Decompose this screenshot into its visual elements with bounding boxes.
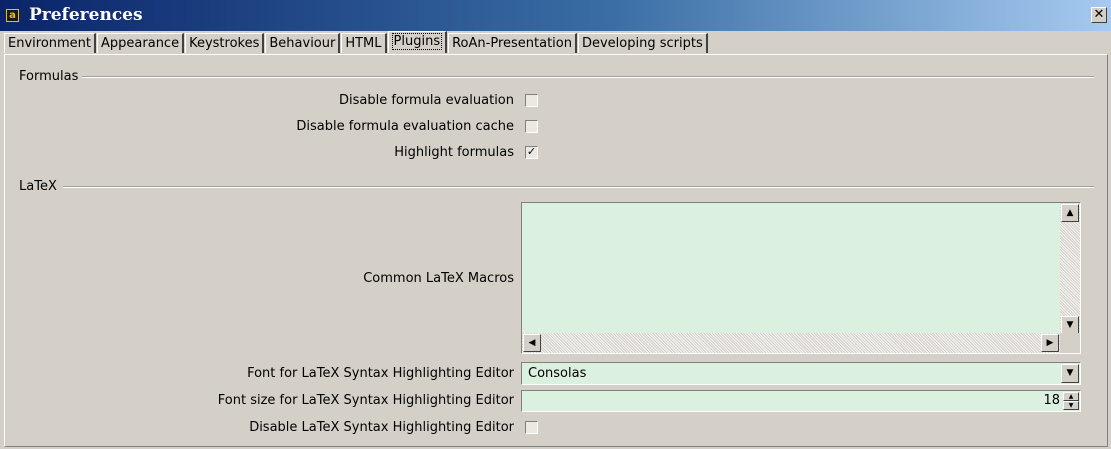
app-icon: a <box>6 9 19 22</box>
latex-font-label: Font for LaTeX Syntax Highlighting Edito… <box>247 366 514 381</box>
tab-behaviour[interactable]: Behaviour <box>265 33 341 53</box>
tab-plugins[interactable]: Plugins <box>387 31 448 53</box>
spin-up-icon[interactable]: ▲ <box>1063 392 1079 401</box>
formulas-group-label: Formulas <box>19 69 79 84</box>
latex-font-combobox[interactable]: Consolas ▼ <box>521 362 1081 385</box>
disable-formula-evaluation-label: Disable formula evaluation <box>339 93 514 108</box>
tab-roan-presentation[interactable]: RoAn-Presentation <box>448 33 577 53</box>
disable-formula-cache-checkbox[interactable] <box>525 120 538 133</box>
tab-bar: Environment Appearance Keystrokes Behavi… <box>4 31 709 54</box>
latex-separator <box>63 186 1094 188</box>
latex-font-size-spinner[interactable]: 18 ▲ ▼ <box>521 390 1081 412</box>
dropdown-arrow-icon[interactable]: ▼ <box>1061 364 1079 383</box>
formulas-separator <box>82 76 1094 78</box>
close-button[interactable]: ✕ <box>1091 7 1107 23</box>
tab-environment[interactable]: Environment <box>4 33 97 53</box>
latex-macros-textarea[interactable]: ▲ ▼ ◀ ▶ <box>521 202 1081 354</box>
latex-macros-label: Common LaTeX Macros <box>363 271 514 286</box>
tab-developing-scripts[interactable]: Developing scripts <box>577 33 708 53</box>
latex-group-label: LaTeX <box>19 179 57 194</box>
scroll-left-arrow-icon[interactable]: ◀ <box>523 334 541 352</box>
latex-font-size-label: Font size for LaTeX Syntax Highlighting … <box>217 393 514 408</box>
highlight-formulas-checkbox[interactable]: ✓ <box>525 146 538 159</box>
highlight-formulas-label: Highlight formulas <box>394 145 514 160</box>
tab-html[interactable]: HTML <box>341 33 387 53</box>
tab-keystrokes[interactable]: Keystrokes <box>185 33 265 53</box>
disable-formula-cache-label: Disable formula evaluation cache <box>296 119 514 134</box>
vertical-scrollbar[interactable]: ▲ ▼ <box>1060 203 1080 335</box>
scroll-right-arrow-icon[interactable]: ▶ <box>1041 334 1059 352</box>
scroll-up-arrow-icon[interactable]: ▲ <box>1061 204 1079 222</box>
title-bar[interactable]: a Preferences ✕ <box>0 0 1111 31</box>
disable-latex-editor-checkbox[interactable] <box>525 421 538 434</box>
tab-appearance[interactable]: Appearance <box>97 33 185 53</box>
latex-font-size-value: 18 <box>1043 393 1060 408</box>
scroll-down-arrow-icon[interactable]: ▼ <box>1061 316 1079 334</box>
scrollbar-corner <box>1060 333 1080 353</box>
spin-down-icon[interactable]: ▼ <box>1063 401 1079 410</box>
disable-latex-editor-label: Disable LaTeX Syntax Highlighting Editor <box>249 420 514 435</box>
window-title: Preferences <box>29 5 143 25</box>
latex-font-value: Consolas <box>528 366 587 381</box>
disable-formula-evaluation-checkbox[interactable] <box>525 94 538 107</box>
horizontal-scrollbar[interactable]: ◀ ▶ <box>522 333 1060 353</box>
